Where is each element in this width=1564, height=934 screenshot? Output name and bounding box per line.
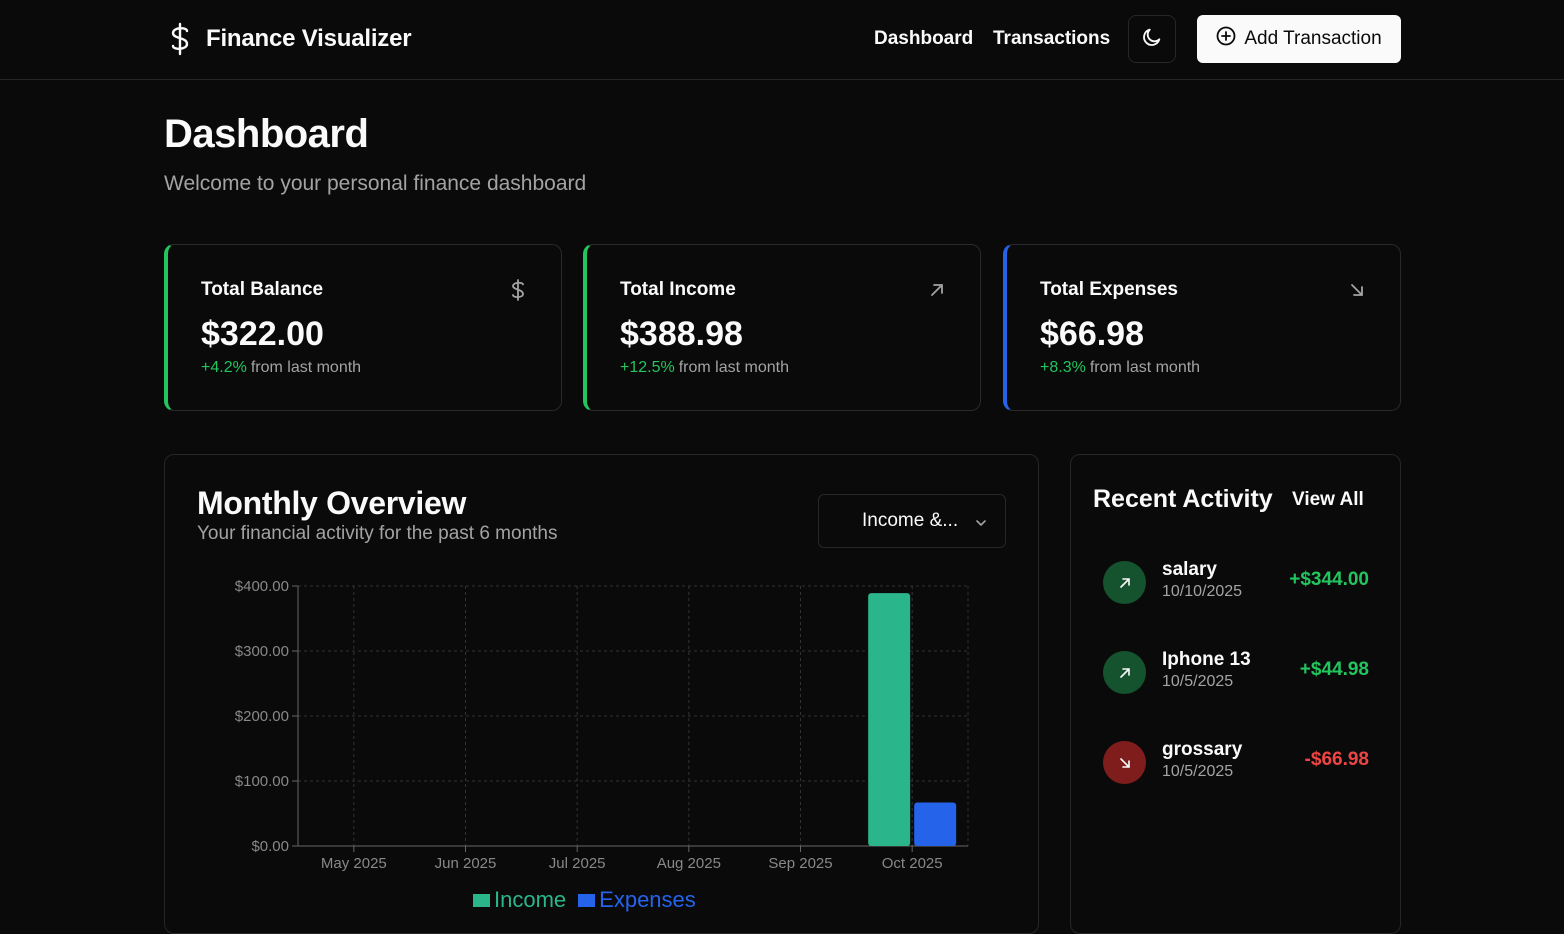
add-transaction-label: Add Transaction	[1244, 28, 1382, 49]
brand-title: Finance Visualizer	[206, 25, 412, 52]
card-value: $388.98	[620, 315, 743, 353]
activity-amount: +$344.00	[1289, 569, 1369, 590]
y-tick-label: $400.00	[235, 578, 289, 595]
x-tick-label: Jun 2025	[435, 855, 497, 872]
card-value: $322.00	[201, 315, 324, 353]
legend-label: Expenses	[599, 887, 696, 912]
y-tick-label: $200.00	[235, 708, 289, 725]
dollar-icon	[166, 20, 194, 58]
legend-label: Income	[494, 887, 567, 912]
change-percent: +4.2%	[201, 359, 247, 376]
arrow-up-right-icon	[1103, 561, 1146, 604]
card-value: $66.98	[1040, 315, 1144, 353]
x-tick-label: Jul 2025	[549, 855, 606, 872]
page-subtitle: Welcome to your personal finance dashboa…	[164, 172, 587, 195]
y-tick-label: $0.00	[251, 838, 289, 855]
top-nav: Finance Visualizer Dashboard Transaction…	[0, 0, 1564, 80]
arrow-down-right-icon	[1103, 741, 1146, 784]
recent-activity-panel: Recent Activity View All salary 10/10/202…	[1070, 454, 1401, 934]
total-balance-card: Total Balance $322.00 +4.2% from last mon…	[164, 244, 562, 411]
arrow-up-right-icon	[926, 279, 948, 301]
card-change: +4.2% from last month	[201, 359, 361, 377]
moon-icon	[1141, 26, 1163, 53]
theme-toggle-button[interactable]	[1128, 15, 1176, 63]
change-suffix: from last month	[678, 359, 789, 376]
arrow-up-right-icon	[1103, 651, 1146, 694]
activity-date: 10/5/2025	[1162, 673, 1234, 690]
activity-amount: -$66.98	[1304, 749, 1369, 770]
chart-legend: Income Expenses	[473, 887, 696, 913]
view-all-link[interactable]: View All	[1292, 489, 1364, 511]
dollar-icon	[507, 279, 529, 301]
card-change: +8.3% from last month	[1040, 359, 1200, 377]
x-tick-label: Oct 2025	[882, 855, 943, 872]
bar-expenses	[914, 802, 957, 846]
bar-income	[868, 593, 911, 846]
change-percent: +12.5%	[620, 359, 675, 376]
x-tick-label: May 2025	[321, 855, 387, 872]
arrow-down-right-icon	[1346, 279, 1368, 301]
activity-date: 10/10/2025	[1162, 583, 1243, 600]
activity-item[interactable]: Iphone 13 10/5/2025 +$44.98	[1103, 649, 1369, 695]
nav-transactions-link[interactable]: Transactions	[993, 28, 1110, 50]
legend-swatch	[578, 893, 596, 907]
legend-swatch	[473, 893, 490, 907]
legend-income[interactable]: Income	[473, 887, 566, 913]
legend-expenses[interactable]: Expenses	[578, 887, 696, 913]
brand[interactable]: Finance Visualizer	[166, 20, 412, 58]
activity-name: salary	[1162, 559, 1217, 580]
change-percent: +8.3%	[1040, 359, 1086, 376]
change-suffix: from last month	[250, 359, 362, 376]
activity-amount: +$44.98	[1299, 659, 1369, 680]
x-tick-label: Aug 2025	[657, 855, 721, 872]
recent-activity-title: Recent Activity	[1093, 485, 1273, 513]
activity-item[interactable]: salary 10/10/2025 +$344.00	[1103, 559, 1369, 605]
add-transaction-button[interactable]: Add Transaction	[1197, 15, 1401, 63]
card-title: Total Income	[620, 279, 736, 300]
card-title: Total Balance	[201, 279, 324, 300]
card-title: Total Expenses	[1040, 279, 1178, 300]
card-change: +12.5% from last month	[620, 359, 789, 377]
total-income-card: Total Income $388.98 +12.5% from last mon…	[583, 244, 981, 411]
activity-name: Iphone 13	[1162, 649, 1251, 670]
x-tick-label: Sep 2025	[768, 855, 832, 872]
plus-circle-icon	[1216, 26, 1236, 52]
nav-dashboard-link[interactable]: Dashboard	[874, 28, 973, 50]
activity-item[interactable]: grossary 10/5/2025 -$66.98	[1103, 739, 1369, 785]
page-title: Dashboard	[164, 112, 369, 156]
monthly-bar-chart: $0.00 $100.00 $200.00 $300.00 $400.00 May 202…	[235, 578, 969, 872]
total-expenses-card: Total Expenses $66.98 +8.3% from last mon…	[1003, 244, 1401, 411]
activity-date: 10/5/2025	[1162, 763, 1234, 780]
y-tick-label: $300.00	[235, 643, 289, 660]
y-tick-label: $100.00	[235, 773, 289, 790]
activity-name: grossary	[1162, 739, 1243, 760]
monthly-overview-panel: Monthly Overview Your financial activity…	[164, 454, 1039, 934]
change-suffix: from last month	[1089, 359, 1201, 376]
